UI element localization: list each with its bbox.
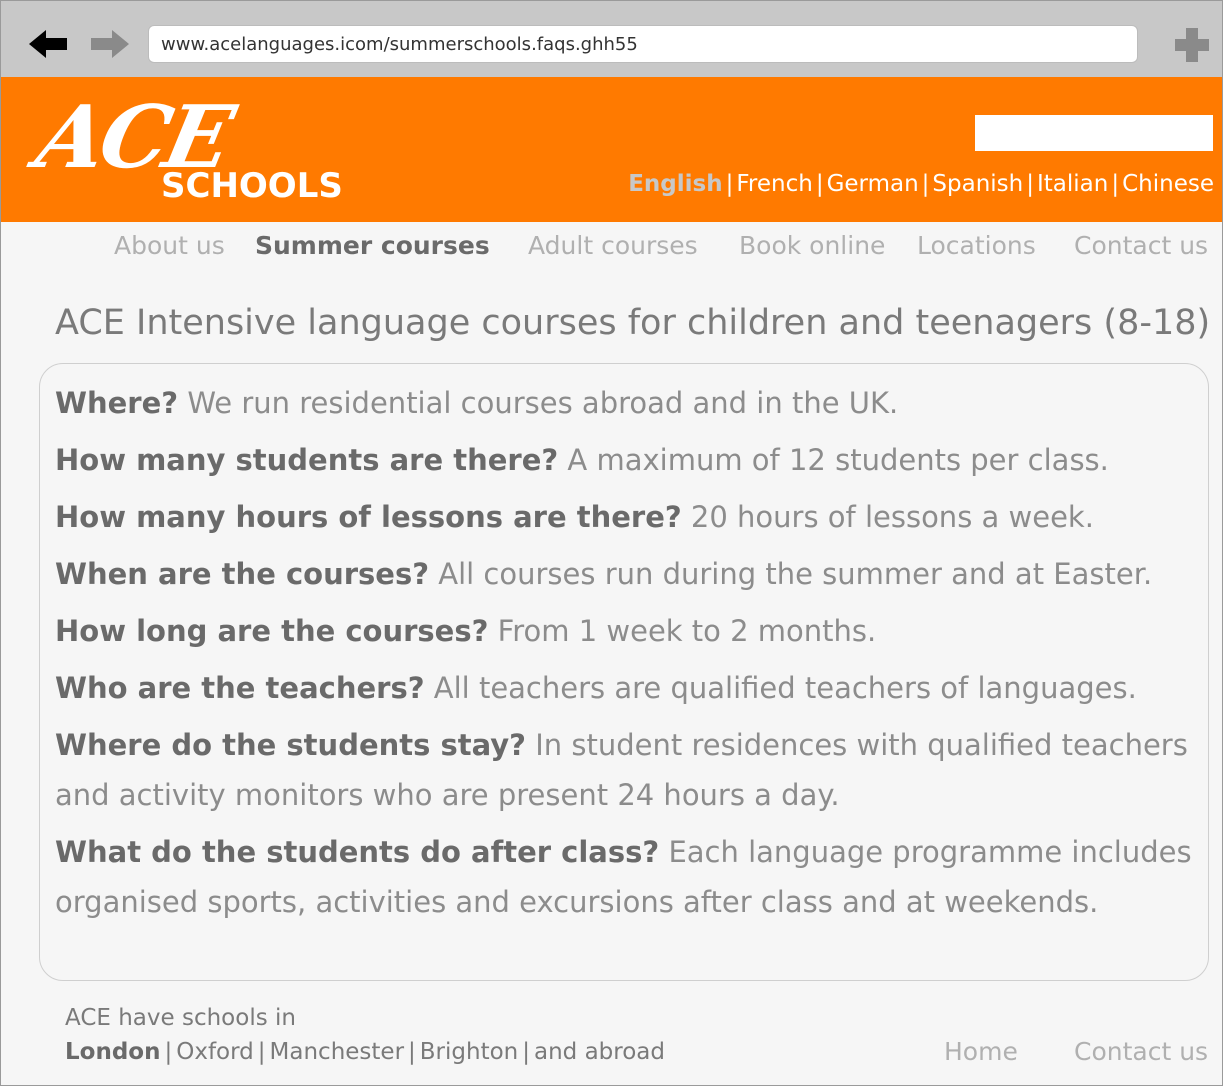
faq-question: How many students are there?: [55, 443, 559, 477]
language-separator: |: [725, 171, 734, 197]
faq-question: How long are the courses?: [55, 614, 489, 648]
city-separator: |: [164, 1039, 173, 1065]
faq-item: How long are the courses? From 1 week to…: [55, 606, 1196, 656]
nav-locations[interactable]: Locations: [917, 231, 1036, 260]
browser-window: www.acelanguages.icom/summerschools.faqs…: [0, 0, 1223, 1086]
nav-book-online[interactable]: Book online: [739, 231, 885, 260]
main-navigation: About us Summer courses Adult courses Book …: [1, 227, 1213, 273]
faq-item: Where do the students stay? In student r…: [55, 720, 1196, 820]
faq-panel: Where? We run residential courses abroad…: [39, 363, 1209, 981]
nav-contact-us[interactable]: Contact us: [1074, 231, 1208, 260]
language-separator: |: [1026, 171, 1034, 197]
language-separator: |: [921, 171, 930, 197]
language-selector: English | French | German | Spanish | Italian | Ch…: [628, 171, 1214, 197]
faq-answer: All teachers are qualified teachers of l…: [433, 671, 1137, 705]
faq-question: How many hours of lessons are there?: [55, 500, 682, 534]
plus-icon[interactable]: [1175, 28, 1209, 62]
back-arrow-icon[interactable]: [29, 28, 67, 60]
nav-summer-courses[interactable]: Summer courses: [255, 231, 490, 260]
faq-answer: A maximum of 12 students per class.: [567, 443, 1109, 477]
address-bar[interactable]: www.acelanguages.icom/summerschools.faqs…: [148, 25, 1138, 63]
faq-answer: From 1 week to 2 months.: [497, 614, 877, 648]
search-input[interactable]: [975, 115, 1213, 151]
language-chinese[interactable]: Chinese: [1122, 171, 1214, 197]
faq-item: How many students are there? A maximum o…: [55, 435, 1196, 485]
faq-question: What do the students do after class?: [55, 835, 660, 869]
faq-question: Who are the teachers?: [55, 671, 425, 705]
home-link[interactable]: Home: [944, 1037, 1018, 1066]
faq-item: Where? We run residential courses abroad…: [55, 378, 1196, 428]
language-italian[interactable]: Italian: [1037, 171, 1108, 197]
faq-item: When are the courses? All courses run du…: [55, 549, 1196, 599]
language-german[interactable]: German: [827, 171, 919, 197]
site-header: ACE SCHOOLS English | French | German | Spanis…: [1, 77, 1222, 222]
footer-locations: ACE have schools in London | Oxford | Manche…: [65, 1005, 665, 1065]
page-title: ACE Intensive language courses for child…: [55, 303, 1211, 343]
faq-question: Where do the students stay?: [55, 728, 527, 762]
faq-answer: 20 hours of lessons a week.: [690, 500, 1094, 534]
city-separator: |: [522, 1039, 530, 1065]
faq-item: How many hours of lessons are there? 20 …: [55, 492, 1196, 542]
faq-answer: We run residential courses abroad and in…: [187, 386, 899, 420]
faq-item: What do the students do after class? Eac…: [55, 827, 1196, 927]
footer-home-link[interactable]: Home: [944, 1037, 1018, 1066]
nav-adult-courses[interactable]: Adult courses: [528, 231, 698, 260]
faq-answer: All courses run during the summer and at…: [438, 557, 1153, 591]
language-english[interactable]: English: [628, 171, 722, 197]
language-spanish[interactable]: Spanish: [932, 171, 1023, 197]
faq-item: Who are the teachers? All teachers are q…: [55, 663, 1196, 713]
language-separator: |: [815, 171, 824, 197]
city-and-abroad[interactable]: and abroad: [534, 1039, 665, 1065]
contact-link[interactable]: Contact us: [1074, 1037, 1208, 1066]
city-separator: |: [408, 1039, 416, 1065]
city-separator: |: [257, 1039, 266, 1065]
forward-arrow-icon[interactable]: [91, 28, 129, 60]
city-london[interactable]: London: [65, 1039, 160, 1065]
faq-question: When are the courses?: [55, 557, 430, 591]
city-manchester[interactable]: Manchester: [270, 1039, 405, 1065]
city-oxford[interactable]: Oxford: [176, 1039, 254, 1065]
faq-question: Where?: [55, 386, 179, 420]
language-separator: |: [1111, 171, 1120, 197]
ace-schools-logo[interactable]: ACE SCHOOLS: [28, 87, 379, 217]
footer-intro: ACE have schools in: [65, 1005, 296, 1031]
browser-toolbar: www.acelanguages.icom/summerschools.faqs…: [1, 1, 1222, 77]
city-brighton[interactable]: Brighton: [420, 1039, 518, 1065]
nav-about-us[interactable]: About us: [114, 231, 225, 260]
footer-contact-link[interactable]: Contact us: [1074, 1037, 1208, 1066]
city-list: London | Oxford | Manchester | Brighton | and ab…: [65, 1039, 665, 1065]
logo-schools-text: SCHOOLS: [161, 166, 343, 206]
language-french[interactable]: French: [736, 171, 812, 197]
